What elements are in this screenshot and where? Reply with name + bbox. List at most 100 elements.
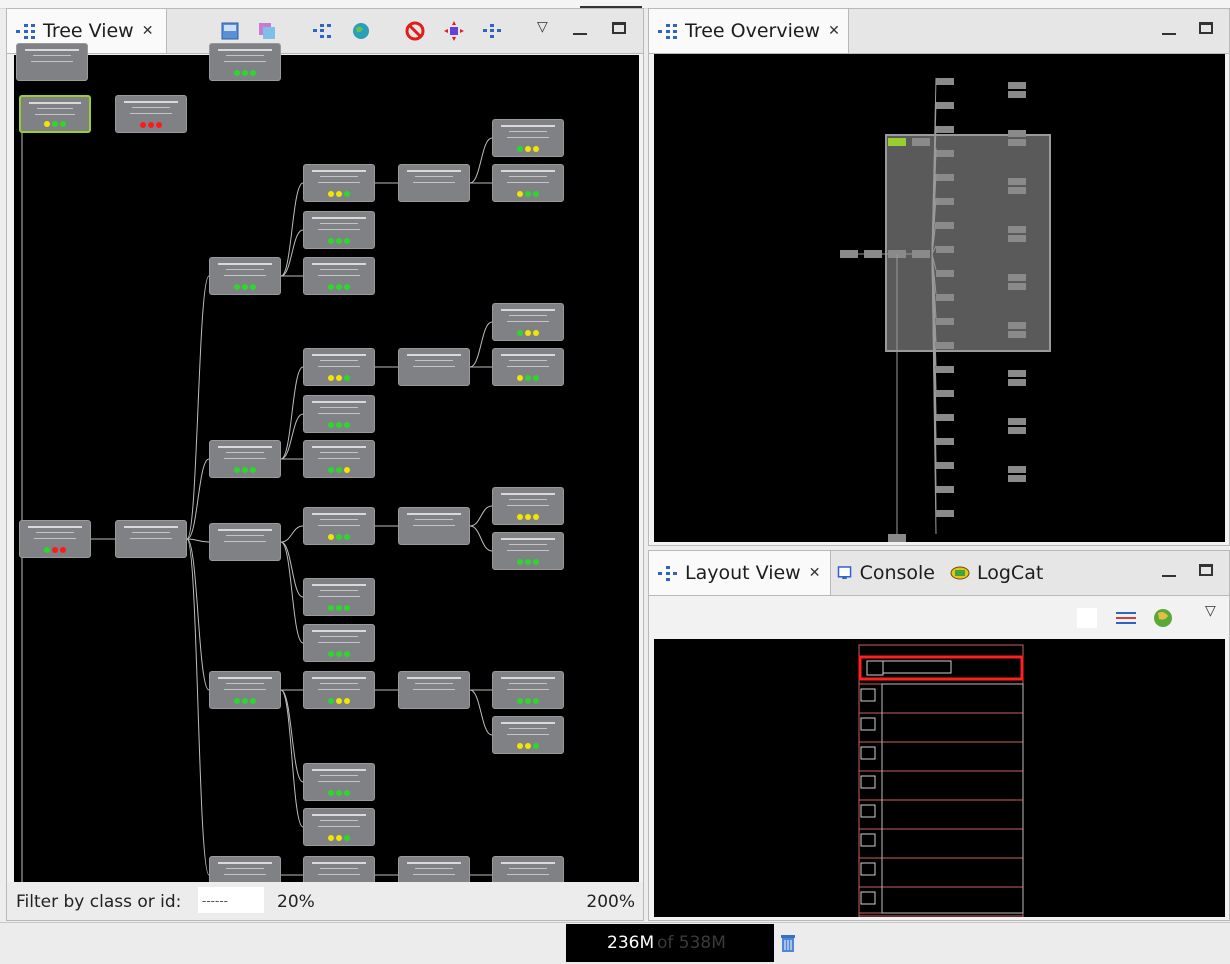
layout-canvas[interactable] xyxy=(654,639,1225,917)
node-img-2[interactable] xyxy=(303,395,375,433)
status-dot xyxy=(517,743,523,749)
trash-icon[interactable] xyxy=(779,932,797,954)
node-line xyxy=(35,114,75,115)
node-txt-3a[interactable] xyxy=(492,487,564,525)
tree-canvas[interactable] xyxy=(14,43,639,894)
node-txt-1b[interactable] xyxy=(492,164,564,202)
node-root-child[interactable] xyxy=(115,520,187,558)
node-ll-3b[interactable] xyxy=(398,507,470,545)
node-txt-3b[interactable] xyxy=(492,532,564,570)
node-line xyxy=(318,781,360,782)
node-txt-1[interactable] xyxy=(303,257,375,295)
overview-node xyxy=(1008,274,1026,281)
node-relative-left[interactable] xyxy=(19,95,91,133)
status-dot xyxy=(234,284,240,290)
node-title-bar xyxy=(312,354,366,356)
request-layout-icon[interactable] xyxy=(482,21,502,41)
node-ll-3[interactable] xyxy=(209,523,281,561)
node-ll-1[interactable] xyxy=(209,257,281,295)
globe-icon[interactable] xyxy=(1152,607,1174,629)
node-title-bar xyxy=(312,769,366,771)
node-txt-2b[interactable] xyxy=(492,348,564,386)
overview-node xyxy=(1008,91,1026,98)
maximize-button[interactable] xyxy=(1199,22,1213,34)
node-txt-2[interactable] xyxy=(303,440,375,478)
tree-view-panel: Tree View ✕ ▽ Filter by class or id: 20%… xyxy=(6,8,644,921)
node-img-1[interactable] xyxy=(303,211,375,249)
node-ll-1b[interactable] xyxy=(398,164,470,202)
node-status-dots xyxy=(210,70,280,76)
node-status-dots xyxy=(304,651,374,657)
node-relative-right[interactable] xyxy=(115,95,187,133)
node-ll-2b[interactable] xyxy=(398,348,470,386)
node-frame[interactable] xyxy=(19,520,91,558)
layers-icon[interactable] xyxy=(257,21,277,41)
status-dot xyxy=(52,121,58,127)
maximize-button[interactable] xyxy=(1199,564,1213,576)
tree-small-icon[interactable] xyxy=(312,21,332,41)
status-dot xyxy=(344,422,350,428)
node-txt-3[interactable] xyxy=(303,624,375,662)
node-ll-1a[interactable] xyxy=(303,164,375,202)
tab-tree-overview[interactable]: Tree Overview ✕ xyxy=(649,9,849,53)
node-status-dots xyxy=(304,534,374,540)
node-ll-4a[interactable] xyxy=(303,671,375,709)
node-line xyxy=(413,874,455,875)
view-menu-icon[interactable]: ▽ xyxy=(1205,603,1216,619)
status-dot xyxy=(328,651,334,657)
filter-input[interactable] xyxy=(198,887,264,913)
lines-icon[interactable] xyxy=(1115,608,1137,628)
overview-node xyxy=(936,270,954,277)
node-status-dots xyxy=(210,284,280,290)
overview-node xyxy=(936,462,954,469)
node-status-dots xyxy=(210,698,280,704)
overview-canvas[interactable] xyxy=(654,54,1225,542)
node-top-gray-1[interactable] xyxy=(16,43,88,81)
node-img-4[interactable] xyxy=(303,763,375,801)
status-dot xyxy=(344,605,350,611)
status-dot xyxy=(234,467,240,473)
node-img-3[interactable] xyxy=(303,578,375,616)
minimize-button[interactable] xyxy=(1162,27,1176,35)
close-icon[interactable]: ✕ xyxy=(142,23,154,39)
minimize-button[interactable] xyxy=(1162,569,1176,577)
view-menu-icon[interactable]: ▽ xyxy=(537,19,548,35)
status-dot xyxy=(250,284,256,290)
node-line xyxy=(320,775,358,776)
tab-console[interactable]: Console xyxy=(831,551,943,595)
node-txt-4[interactable] xyxy=(303,808,375,846)
node-line xyxy=(320,269,358,270)
node-txt-1a[interactable] xyxy=(492,119,564,157)
stop-icon[interactable] xyxy=(405,21,425,41)
overview-node xyxy=(1008,283,1026,290)
node-line xyxy=(320,176,358,177)
tab-layout-view[interactable]: Layout View ✕ xyxy=(649,551,831,595)
close-icon[interactable]: ✕ xyxy=(809,565,821,581)
close-icon[interactable]: ✕ xyxy=(828,23,840,39)
tab-logcat-label: LogCat xyxy=(977,562,1044,584)
node-ll-2[interactable] xyxy=(209,440,281,478)
zoom-min-label: 20% xyxy=(277,892,315,912)
node-txt-4b[interactable] xyxy=(492,716,564,754)
node-ll-3a[interactable] xyxy=(303,507,375,545)
node-txt-2a[interactable] xyxy=(492,303,564,341)
status-dot xyxy=(533,698,539,704)
node-ll-4[interactable] xyxy=(209,671,281,709)
node-title-bar xyxy=(312,814,366,816)
white-square-icon[interactable] xyxy=(1077,608,1097,628)
globe-icon[interactable] xyxy=(351,21,371,41)
layout-header-bar xyxy=(882,660,952,674)
node-ll-4b[interactable] xyxy=(398,671,470,709)
invalidate-icon[interactable] xyxy=(444,21,464,41)
maximize-button[interactable] xyxy=(612,22,626,34)
tab-logcat[interactable]: LogCat xyxy=(943,551,1053,595)
node-status-dots xyxy=(304,605,374,611)
node-top-partial[interactable] xyxy=(209,43,281,81)
node-title-bar xyxy=(407,354,461,356)
minimize-button[interactable] xyxy=(573,27,587,35)
node-txt-4a[interactable] xyxy=(492,671,564,709)
save-image-icon[interactable] xyxy=(220,21,240,41)
node-ll-2a[interactable] xyxy=(303,348,375,386)
node-title-bar xyxy=(218,446,272,448)
node-line xyxy=(507,734,549,735)
